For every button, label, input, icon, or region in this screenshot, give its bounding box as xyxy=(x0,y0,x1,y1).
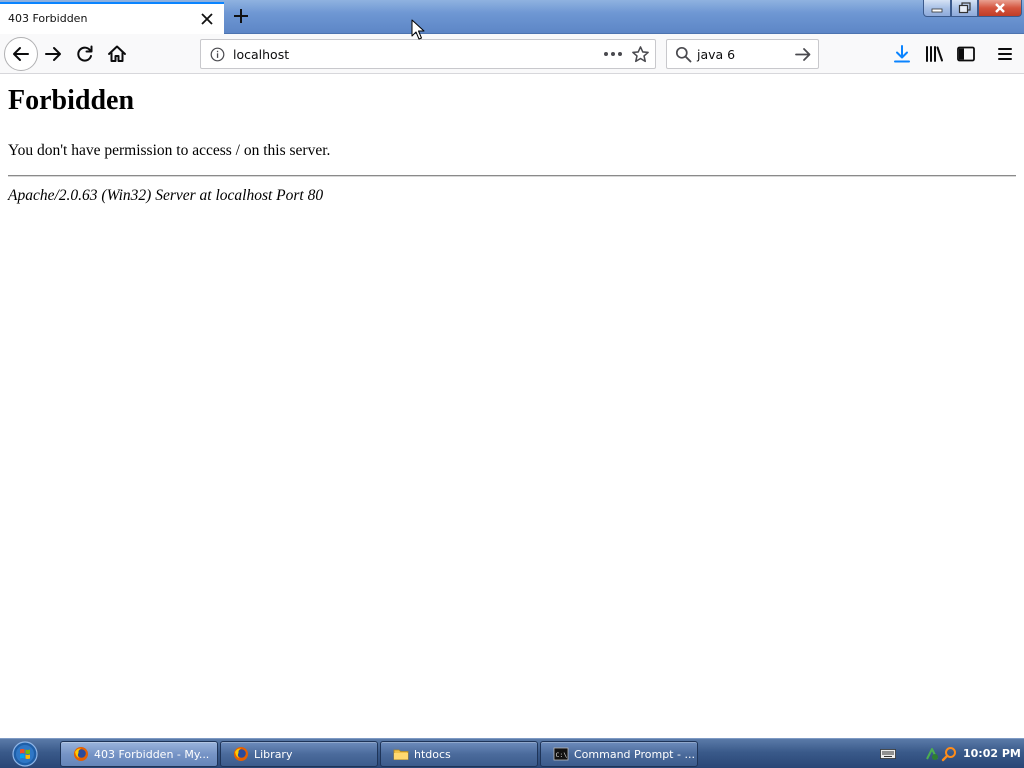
taskbar-item-firefox[interactable]: 403 Forbidden - My... xyxy=(60,741,218,767)
svg-text:C:\: C:\ xyxy=(556,751,568,759)
bookmark-star-icon[interactable] xyxy=(631,45,650,64)
page-heading: Forbidden xyxy=(8,85,135,116)
forward-arrow-icon[interactable] xyxy=(42,43,64,65)
window-close-button[interactable] xyxy=(978,0,1022,17)
window-controls xyxy=(923,0,1022,17)
taskbar-item-label: Library xyxy=(254,747,293,761)
back-arrow-icon xyxy=(13,47,29,61)
system-clock[interactable]: 10:02 PM xyxy=(963,747,1021,760)
taskbar-item-library[interactable]: Library xyxy=(220,741,378,767)
tab-strip: 403 Forbidden xyxy=(0,0,1024,34)
search-bar[interactable]: java 6 xyxy=(666,39,819,69)
library-icon[interactable] xyxy=(923,43,945,65)
taskbar: 403 Forbidden - My... Library htdocs C:\… xyxy=(0,738,1024,768)
minimize-button[interactable] xyxy=(923,0,951,17)
horizontal-rule xyxy=(8,175,1016,177)
search-icon xyxy=(675,46,692,63)
restore-icon xyxy=(958,2,971,14)
tab-title: 403 Forbidden xyxy=(8,12,88,25)
close-icon xyxy=(995,3,1005,13)
folder-icon xyxy=(393,749,409,760)
cmd-icon: C:\ xyxy=(553,747,569,761)
keyboard-icon[interactable] xyxy=(880,749,896,759)
search-tray-icon[interactable] xyxy=(941,746,957,762)
search-go-arrow-icon[interactable] xyxy=(794,45,813,64)
back-button[interactable] xyxy=(4,37,38,71)
tab-active[interactable]: 403 Forbidden xyxy=(0,2,224,34)
mouse-cursor-icon xyxy=(411,19,425,40)
taskbar-item-htdocs[interactable]: htdocs xyxy=(380,741,538,767)
navigation-toolbar: localhost java 6 xyxy=(0,34,1024,74)
sidebar-toggle-icon[interactable] xyxy=(955,43,977,65)
url-bar[interactable]: localhost xyxy=(200,39,656,69)
page-content: Forbidden You don't have permission to a… xyxy=(0,74,1024,738)
firefox-icon xyxy=(74,747,88,761)
error-message: You don't have permission to access / on… xyxy=(8,142,331,159)
taskbar-item-command-prompt[interactable]: C:\ Command Prompt - ... xyxy=(540,741,698,767)
search-input[interactable]: java 6 xyxy=(697,47,735,62)
taskbar-item-label: 403 Forbidden - My... xyxy=(94,747,210,761)
info-icon[interactable] xyxy=(210,47,225,62)
new-tab-icon[interactable] xyxy=(230,5,252,27)
taskbar-item-label: Command Prompt - ... xyxy=(574,747,695,761)
hamburger-menu-icon[interactable] xyxy=(994,43,1016,65)
downloads-icon[interactable] xyxy=(891,43,913,65)
url-text: localhost xyxy=(233,47,290,62)
network-icon[interactable] xyxy=(924,746,940,762)
reload-icon[interactable] xyxy=(74,43,96,65)
restore-button[interactable] xyxy=(951,0,978,17)
start-button-icon[interactable] xyxy=(8,740,42,768)
firefox-icon xyxy=(234,747,248,761)
page-actions-icon[interactable] xyxy=(603,51,623,57)
taskbar-item-label: htdocs xyxy=(414,747,451,761)
server-signature: Apache/2.0.63 (Win32) Server at localhos… xyxy=(8,187,324,204)
tab-close-icon[interactable] xyxy=(198,10,216,28)
minimize-icon xyxy=(931,8,943,13)
home-icon[interactable] xyxy=(106,43,128,65)
